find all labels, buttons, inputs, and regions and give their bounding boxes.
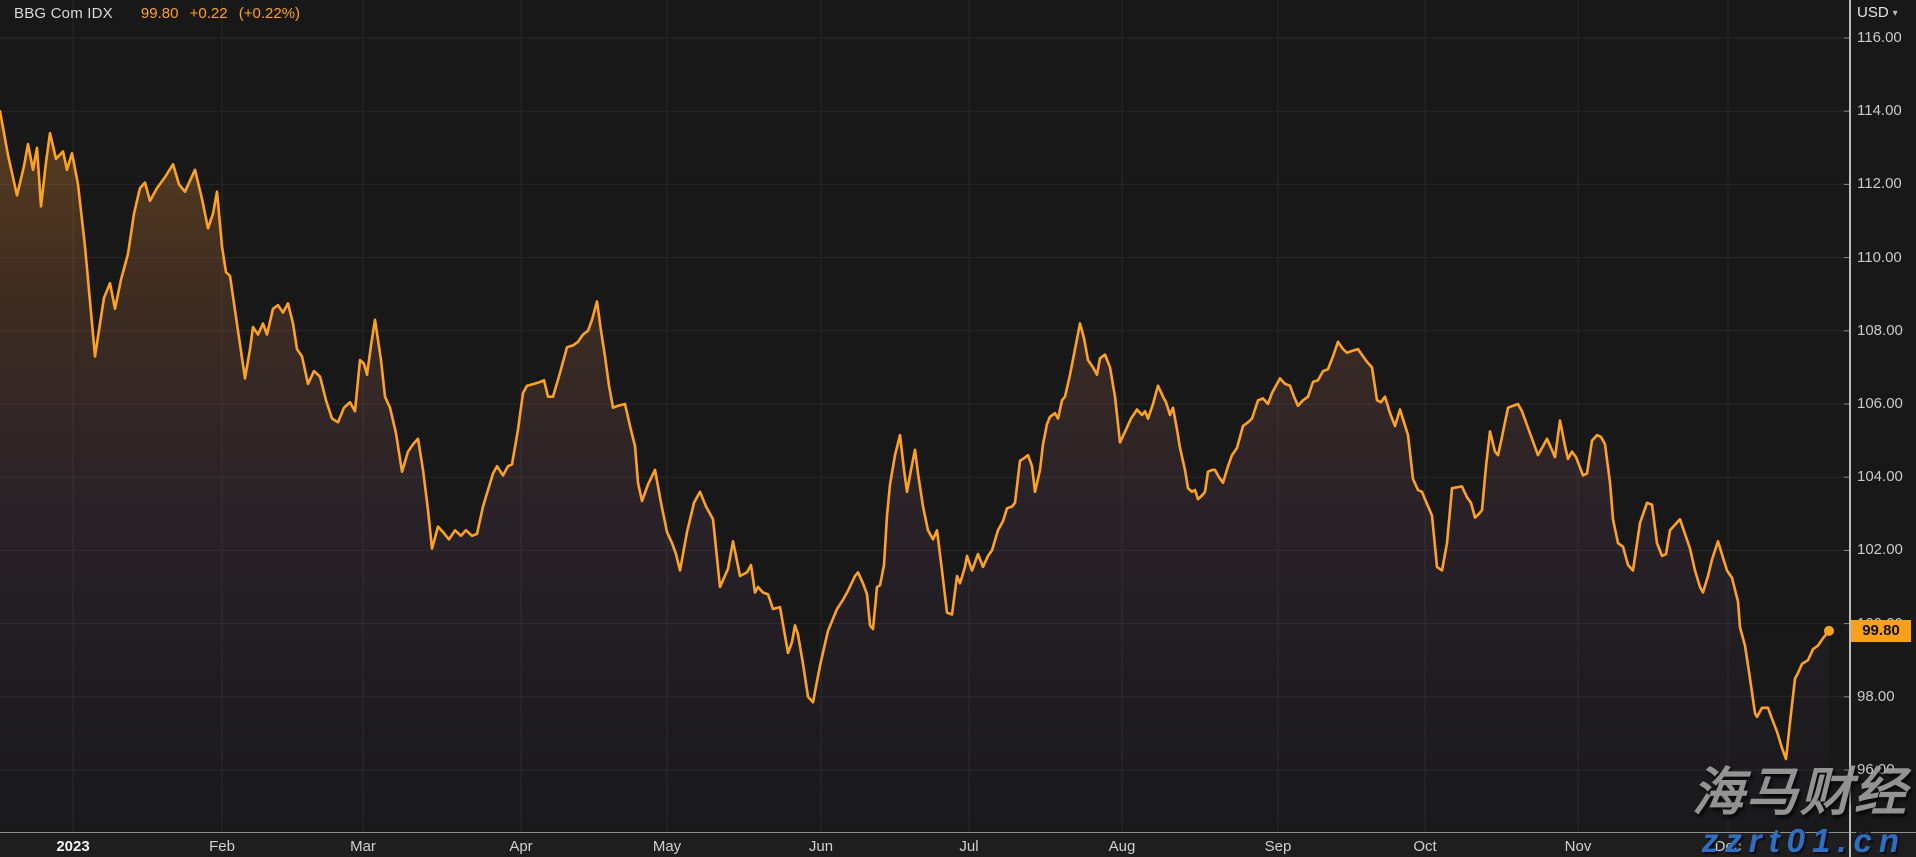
instrument-title: BBG Com IDX: [14, 5, 113, 22]
price-chart-canvas[interactable]: [0, 0, 1916, 857]
x-axis-label: Oct: [1385, 838, 1465, 855]
x-axis-label: Apr: [481, 838, 561, 855]
currency-dropdown[interactable]: USD ▾: [1857, 4, 1898, 21]
chevron-down-icon: ▾: [1893, 8, 1898, 19]
x-axis-label: Jun: [781, 838, 861, 855]
area-fill-path: [0, 111, 1829, 832]
x-axis-label: Feb: [182, 838, 262, 855]
currency-label: USD: [1857, 4, 1889, 21]
y-axis-label: 110.00: [1857, 249, 1915, 266]
watermark-url-text: zzrt01.cn: [1702, 822, 1906, 857]
x-axis-label: Nov: [1538, 838, 1618, 855]
y-axis-label: 114.00: [1857, 102, 1915, 119]
axis-separator: [1849, 0, 1851, 857]
chart-header: BBG Com IDX 99.80 +0.22 (+0.22%): [14, 5, 307, 22]
y-axis-label: 106.00: [1857, 395, 1915, 412]
x-axis-label: Aug: [1082, 838, 1162, 855]
y-axis-label: 108.00: [1857, 322, 1915, 339]
last-point-dot: [1824, 626, 1834, 636]
y-axis-label: 112.00: [1857, 175, 1915, 192]
y-axis-label: 116.00: [1857, 29, 1915, 46]
x-axis-label: Mar: [323, 838, 403, 855]
chart-window: BBG Com IDX 99.80 +0.22 (+0.22%) USD ▾ 1…: [0, 0, 1916, 857]
x-axis-label: Sep: [1238, 838, 1318, 855]
price-change: +0.22: [190, 5, 228, 22]
last-price-badge: 99.80: [1851, 620, 1911, 642]
x-axis-label: May: [627, 838, 707, 855]
area-fill: [0, 111, 1829, 832]
quote-readout: 99.80 +0.22 (+0.22%): [141, 5, 307, 22]
last-price: 99.80: [141, 5, 179, 22]
watermark-brand-text: 海马财经: [1692, 750, 1908, 825]
y-axis-label: 104.00: [1857, 468, 1915, 485]
x-axis-label: 2023: [33, 838, 113, 855]
x-axis-label: Jul: [929, 838, 1009, 855]
y-axis-label: 102.00: [1857, 541, 1915, 558]
price-change-pct: (+0.22%): [239, 5, 300, 22]
y-axis-label: 98.00: [1857, 688, 1915, 705]
